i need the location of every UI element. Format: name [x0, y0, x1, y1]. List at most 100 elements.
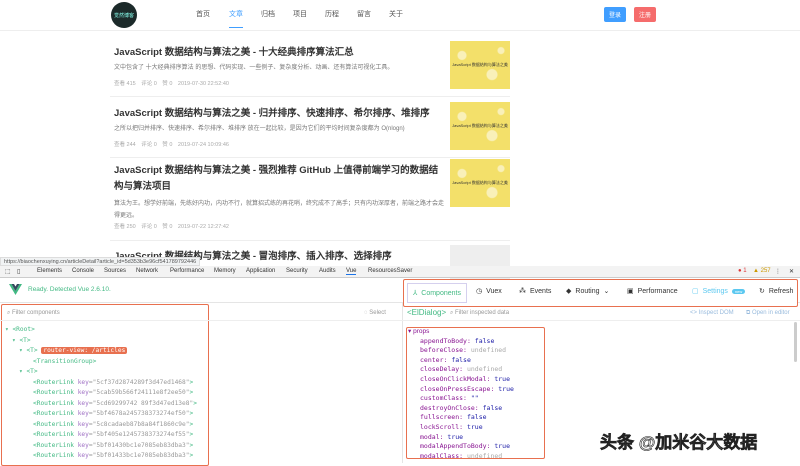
- tree-node-routerlink[interactable]: <RouterLink key="5cab59b566f24111e8f2ee5…: [5, 388, 197, 399]
- tree-node-routerlink[interactable]: <RouterLink key="5bf405e1245738373274ef5…: [5, 430, 197, 441]
- devtools-tab[interactable]: Console: [72, 268, 94, 274]
- close-icon[interactable]: ✕: [789, 268, 794, 275]
- open-editor-button[interactable]: ⧉ Open in editor: [746, 310, 790, 317]
- prop-row[interactable]: closeDelay: undefined: [420, 365, 514, 375]
- nav-item[interactable]: 首页: [196, 9, 210, 19]
- devtools-tab[interactable]: Elements: [37, 268, 62, 274]
- tree-node-routerlink[interactable]: <RouterLink key="5cf37d2874289f3d47ed146…: [5, 378, 197, 389]
- devtools-tab[interactable]: Network: [136, 268, 158, 274]
- prop-row[interactable]: closeOnPressEscape: true: [420, 385, 514, 395]
- node-label: <Root>: [12, 326, 35, 333]
- prop-row[interactable]: destroyOnClose: false: [420, 404, 514, 414]
- select-button[interactable]: ◌ Select: [364, 310, 386, 316]
- article-thumbnail[interactable]: JavaScript 数据结构与算法之美: [450, 159, 510, 207]
- nav-item[interactable]: 历程: [325, 9, 339, 19]
- prop-value: undefined: [466, 451, 503, 460]
- nav-item[interactable]: 归档: [261, 9, 275, 19]
- panel-divider[interactable]: [402, 303, 403, 463]
- link-key: 5bf4678a245738373274ef50: [96, 410, 186, 417]
- devtools-tab[interactable]: Memory: [214, 268, 236, 274]
- error-count[interactable]: ● 1: [738, 268, 747, 274]
- prop-row[interactable]: beforeClose: undefined: [420, 346, 514, 356]
- login-button[interactable]: 登录: [604, 7, 626, 22]
- tree-node-routerlink[interactable]: <RouterLink key="5bf01430bc1e7085eb83dba…: [5, 441, 197, 452]
- prop-value: undefined: [466, 365, 503, 374]
- tree-node[interactable]: ▾ <T>: [5, 336, 197, 347]
- prop-row[interactable]: appendToBody: false: [420, 337, 514, 347]
- tree-node[interactable]: ▾ <T> router-view: /articles: [5, 346, 197, 357]
- article-title[interactable]: JavaScript 数据结构与算法之美 - 强烈推荐 GitHub 上值得前端…: [114, 163, 444, 195]
- tab-label: Components: [421, 289, 461, 297]
- tab-settings[interactable]: ▢ Settings new: [692, 287, 746, 295]
- tab-vuex[interactable]: ◷ Vuex: [476, 287, 502, 296]
- prop-row[interactable]: lockScroll: true: [420, 423, 514, 433]
- prop-value: false: [451, 355, 471, 364]
- prop-value: true: [466, 422, 483, 431]
- article-title[interactable]: JavaScript 数据结构与算法之美 - 归并排序、快速排序、希尔排序、堆排…: [114, 106, 444, 122]
- status-url: https://biaochenxuying.cn/articleDetail?…: [0, 257, 201, 266]
- tree-node-routerlink[interactable]: <RouterLink key="5bf01433bc1e7085eb83dba…: [5, 451, 197, 462]
- prop-row[interactable]: customClass: "": [420, 394, 514, 404]
- tree-node-routerlink[interactable]: <RouterLink key="5cd69299742 89f3d47ed13…: [5, 399, 197, 410]
- devtools-tab[interactable]: Performance: [170, 268, 204, 274]
- divider: [0, 320, 800, 321]
- warning-count[interactable]: ▲ 257: [753, 268, 771, 274]
- devtools-tab[interactable]: ResourcesSaver: [368, 268, 412, 274]
- nav-item[interactable]: 关于: [389, 9, 403, 19]
- tab-performance[interactable]: ▣ Performance: [627, 287, 678, 296]
- inspect-dom-button[interactable]: <> Inspect DOM: [690, 310, 734, 316]
- inspect-icon[interactable]: ⬚: [5, 268, 11, 275]
- tree-node[interactable]: <TransitionGroup>: [5, 357, 197, 368]
- prop-key: beforeClose: [420, 346, 464, 355]
- prop-key: destroyOnClose: [420, 403, 475, 412]
- register-button[interactable]: 注册: [634, 7, 656, 22]
- tree-node-root[interactable]: ▾ <Root>: [5, 325, 197, 336]
- nav-item[interactable]: 留言: [357, 9, 371, 19]
- refresh-button[interactable]: ↻ Refresh: [759, 287, 793, 296]
- prop-row[interactable]: center: false: [420, 356, 514, 366]
- devtools-tab[interactable]: Application: [246, 268, 275, 274]
- tree-node[interactable]: ▾ <T>: [5, 367, 197, 378]
- devtools-tab[interactable]: Security: [286, 268, 308, 274]
- link-key: 5cd69299742 89f3d47ed13e8: [96, 399, 190, 407]
- article-title[interactable]: JavaScript 数据结构与算法之美 - 十大经典排序算法汇总: [114, 45, 444, 61]
- vue-toolbar: ⅄ Components ◷ Vuex ⁂ Events ◆ Routing ⌄ ▣ Per…: [403, 279, 798, 307]
- devtools-tabbar: ⬚ ▯ Elements Console Sources Network Perform…: [0, 266, 800, 278]
- tab-label: Settings: [702, 287, 728, 295]
- device-icon[interactable]: ▯: [17, 268, 20, 275]
- filter-inspected-input[interactable]: ⌕ Filter inspected data: [450, 310, 509, 317]
- node-label: <T>: [19, 336, 31, 344]
- prop-row[interactable]: modalAppendToBody: true: [420, 442, 514, 452]
- nav-item[interactable]: 文章: [229, 9, 243, 28]
- article-thumbnail[interactable]: JavaScript 数据结构与算法之美: [450, 41, 510, 89]
- tab-components[interactable]: ⅄ Components: [407, 283, 467, 303]
- article-thumbnail[interactable]: JavaScript 数据结构与算法之美: [450, 102, 510, 150]
- devtools-tab[interactable]: Audits: [319, 268, 336, 274]
- nav-item[interactable]: 项目: [293, 9, 307, 19]
- prop-row[interactable]: modal: true: [420, 433, 514, 443]
- settings-icon: ▢: [692, 288, 699, 295]
- props-header[interactable]: ▾ props: [408, 327, 514, 337]
- thumb-text: JavaScript 数据结构与算法之美: [452, 180, 508, 185]
- filter-components-input[interactable]: ⌕ Filter components: [7, 310, 60, 317]
- prop-key: modalAppendToBody: [420, 442, 487, 451]
- events-icon: ⁂: [519, 288, 526, 295]
- prop-value: false: [474, 336, 495, 345]
- more-icon[interactable]: ⋮: [775, 268, 781, 275]
- site-logo[interactable]: 觉然博客: [111, 2, 137, 28]
- prop-row[interactable]: modalClass: undefined: [420, 452, 514, 462]
- devtools-tab[interactable]: Vue: [346, 268, 357, 275]
- scrollbar[interactable]: [794, 322, 797, 362]
- prop-row[interactable]: closeOnClickModal: true: [420, 375, 514, 385]
- tree-node-routerlink[interactable]: <RouterLink key="5bf4678a245738373274ef5…: [5, 409, 197, 420]
- tab-events[interactable]: ⁂ Events: [519, 287, 551, 296]
- props-list: ▾ props appendToBody: false beforeClose: …: [408, 327, 514, 461]
- devtools-tab[interactable]: Sources: [104, 268, 126, 274]
- tree-node-routerlink[interactable]: <RouterLink key="5c8cadaeb87b8a84f1860c9…: [5, 420, 197, 431]
- tab-routing[interactable]: ◆ Routing ⌄: [566, 287, 609, 296]
- errors: 1: [743, 268, 747, 274]
- prop-key: customClass: [420, 394, 464, 403]
- select-label: Select: [369, 310, 386, 316]
- prop-row[interactable]: fullscreen: false: [420, 413, 514, 423]
- prop-value: true: [447, 432, 464, 441]
